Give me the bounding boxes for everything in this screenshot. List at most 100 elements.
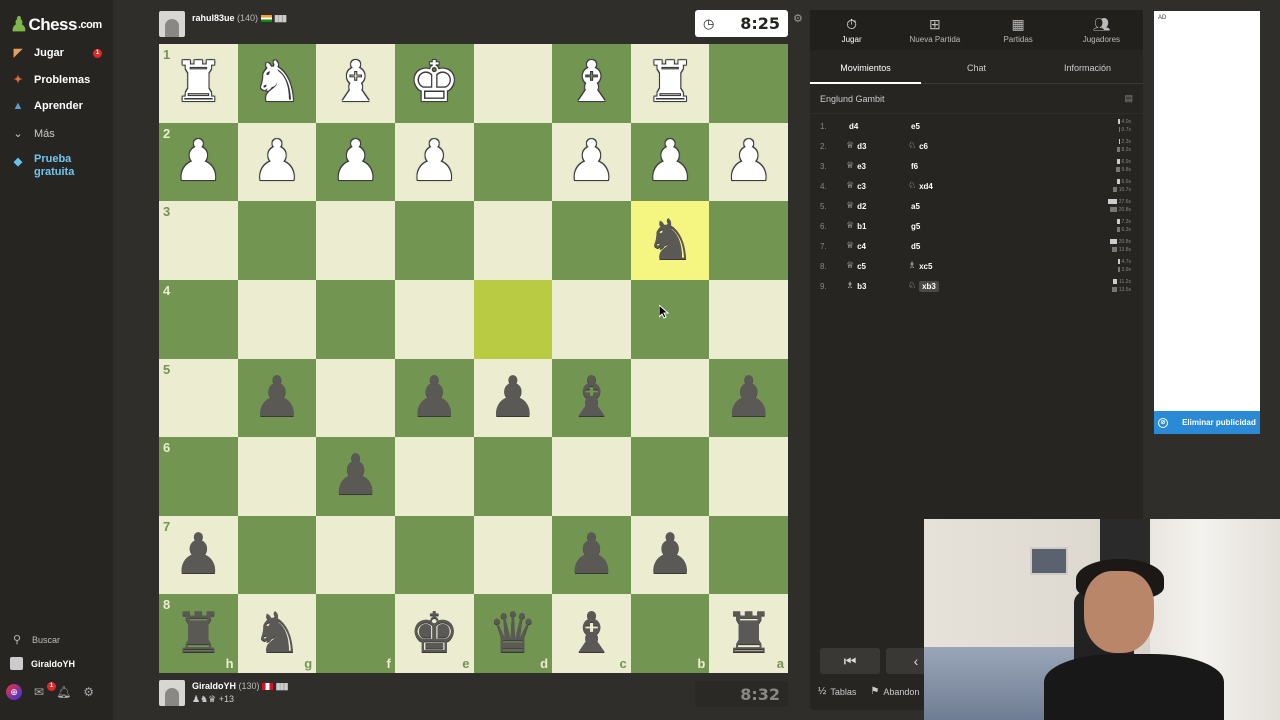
black-knight[interactable]: ♞ bbox=[645, 212, 695, 269]
square-b5[interactable] bbox=[630, 358, 710, 438]
square-b6[interactable] bbox=[630, 437, 710, 516]
square-d7[interactable] bbox=[473, 515, 553, 595]
white-pawn[interactable]: ♟ bbox=[252, 133, 302, 190]
top-player-name[interactable]: rahul83ue (140) ▮▮▮ bbox=[192, 13, 287, 24]
black-knight[interactable]: ♞ bbox=[252, 605, 302, 662]
sidebar-item-problemas[interactable]: ✦ Problemas bbox=[10, 73, 90, 87]
tab-jugar[interactable]: ⏱︎ Jugar bbox=[810, 10, 893, 50]
square-e6[interactable] bbox=[394, 437, 474, 516]
black-move[interactable]: f6 bbox=[908, 162, 970, 171]
square-c6[interactable] bbox=[552, 437, 631, 516]
square-g2[interactable]: ♟ bbox=[237, 122, 317, 202]
search-button[interactable]: ⚲ Buscar bbox=[10, 633, 60, 646]
square-e8[interactable]: ♚ e bbox=[394, 594, 474, 673]
white-king[interactable]: ♚ bbox=[409, 55, 459, 111]
square-a4[interactable] bbox=[709, 279, 788, 359]
square-h8[interactable]: 8 ♜ h bbox=[159, 594, 238, 673]
white-knight[interactable]: ♞ bbox=[252, 55, 302, 111]
square-e1[interactable]: ♚ bbox=[394, 44, 474, 123]
white-rook[interactable]: ♜ bbox=[173, 55, 223, 111]
square-e2[interactable]: ♟ bbox=[394, 122, 474, 202]
square-e5[interactable]: ♟ bbox=[394, 358, 474, 438]
sidebar-item-prueba-gratuita[interactable]: ◆ Prueba gratuita bbox=[10, 153, 94, 179]
white-move[interactable]: ♕ b1 bbox=[846, 221, 908, 231]
white-move[interactable]: ♕ d3 bbox=[846, 141, 908, 151]
square-h1[interactable]: 1 ♜ bbox=[159, 44, 238, 123]
white-pawn[interactable]: ♟ bbox=[566, 133, 616, 190]
square-h4[interactable]: 4 bbox=[159, 279, 238, 359]
square-b1[interactable]: ♜ bbox=[630, 44, 710, 123]
bottom-player-name[interactable]: GiraldoYH (130) ▮▮▮ bbox=[192, 681, 288, 692]
square-d6[interactable] bbox=[473, 437, 553, 516]
first-move-button[interactable]: ⏮︎ bbox=[820, 648, 880, 674]
black-pawn[interactable]: ♟ bbox=[488, 369, 538, 426]
square-b4[interactable] bbox=[630, 279, 710, 359]
black-bishop[interactable]: ♝ bbox=[566, 369, 616, 426]
avatar[interactable] bbox=[159, 680, 185, 706]
square-f5[interactable] bbox=[316, 358, 395, 438]
chess-board[interactable]: 1 ♜ ♞ ♝ ♚ ♝ ♜ 2 ♟ ♟ ♟ ♟ ♟ ♟ ♟ 3 ♞ 4 5 ♟ ♟ … bbox=[159, 44, 788, 673]
square-e4[interactable] bbox=[394, 279, 474, 359]
square-h2[interactable]: 2 ♟ bbox=[159, 122, 238, 202]
white-move[interactable]: ♕ e3 bbox=[846, 161, 908, 171]
tab-partidas[interactable]: ▦ Partidas bbox=[977, 10, 1060, 50]
square-c4[interactable] bbox=[552, 279, 631, 359]
square-d3[interactable] bbox=[473, 201, 553, 280]
square-h5[interactable]: 5 bbox=[159, 358, 238, 438]
black-move[interactable]: a5 bbox=[908, 202, 970, 211]
white-bishop[interactable]: ♝ bbox=[330, 55, 380, 111]
black-rook[interactable]: ♜ bbox=[724, 605, 774, 662]
square-d8[interactable]: ♛ d bbox=[473, 594, 553, 673]
user-profile[interactable]: GiraldoYH bbox=[10, 657, 75, 670]
square-f3[interactable] bbox=[316, 201, 395, 280]
white-move[interactable]: d4 bbox=[846, 122, 908, 131]
square-g1[interactable]: ♞ bbox=[237, 44, 317, 123]
square-a5[interactable]: ♟ bbox=[709, 358, 788, 438]
white-pawn[interactable]: ♟ bbox=[724, 133, 774, 190]
resign-button[interactable]: ⚑ Abandon bbox=[870, 686, 919, 697]
black-pawn[interactable]: ♟ bbox=[173, 527, 223, 583]
square-g4[interactable] bbox=[237, 279, 317, 359]
square-d1[interactable] bbox=[473, 44, 553, 123]
square-c3[interactable] bbox=[552, 201, 631, 280]
black-move[interactable]: e5 bbox=[908, 122, 970, 131]
mail-icon[interactable]: ✉ bbox=[34, 685, 44, 699]
black-pawn[interactable]: ♟ bbox=[409, 369, 459, 426]
square-a2[interactable]: ♟ bbox=[709, 122, 788, 202]
board-settings-icon[interactable]: ⚙ bbox=[793, 12, 803, 25]
bell-icon[interactable]: 🔔︎ bbox=[56, 685, 71, 699]
avatar[interactable] bbox=[159, 11, 185, 37]
black-move[interactable]: ♗ xc5 bbox=[908, 261, 970, 271]
square-c2[interactable]: ♟ bbox=[552, 122, 631, 202]
tab-chat[interactable]: Chat bbox=[921, 50, 1032, 83]
square-f1[interactable]: ♝ bbox=[316, 44, 395, 123]
black-move[interactable]: d5 bbox=[908, 242, 970, 251]
square-d4-highlighted[interactable] bbox=[473, 279, 553, 359]
square-f8[interactable]: f bbox=[316, 594, 395, 673]
square-a3[interactable] bbox=[709, 201, 788, 280]
square-e3[interactable] bbox=[394, 201, 474, 280]
white-rook[interactable]: ♜ bbox=[645, 55, 695, 111]
white-pawn[interactable]: ♟ bbox=[409, 133, 459, 190]
square-a8[interactable]: ♜ a bbox=[709, 594, 788, 673]
square-c5[interactable]: ♝ bbox=[552, 358, 631, 438]
remove-ads-button[interactable]: ⊘ Eliminar publicidad bbox=[1154, 411, 1260, 434]
white-move[interactable]: ♕ d2 bbox=[846, 201, 908, 211]
white-move[interactable]: ♕ c3 bbox=[846, 181, 908, 191]
square-b3-highlighted[interactable]: ♞ bbox=[630, 201, 710, 280]
draw-button[interactable]: ½ Tablas bbox=[818, 686, 856, 697]
square-f7[interactable] bbox=[316, 515, 395, 595]
sidebar-item-mas[interactable]: ⌄ Más bbox=[10, 127, 54, 141]
black-pawn[interactable]: ♟ bbox=[645, 527, 695, 583]
black-pawn[interactable]: ♟ bbox=[724, 369, 774, 426]
gear-icon[interactable]: ⚙ bbox=[83, 685, 94, 699]
book-icon[interactable]: ▤ bbox=[1124, 93, 1133, 104]
tab-jugadores[interactable]: 👥︎ Jugadores bbox=[1060, 10, 1143, 50]
square-a7[interactable] bbox=[709, 515, 788, 595]
black-pawn[interactable]: ♟ bbox=[252, 369, 302, 426]
square-g6[interactable] bbox=[237, 437, 317, 516]
black-move[interactable]: ♘ c6 bbox=[908, 141, 970, 151]
white-pawn[interactable]: ♟ bbox=[330, 133, 380, 190]
opening-name[interactable]: Englund Gambit bbox=[820, 94, 885, 104]
square-f6[interactable]: ♟ bbox=[316, 437, 395, 516]
